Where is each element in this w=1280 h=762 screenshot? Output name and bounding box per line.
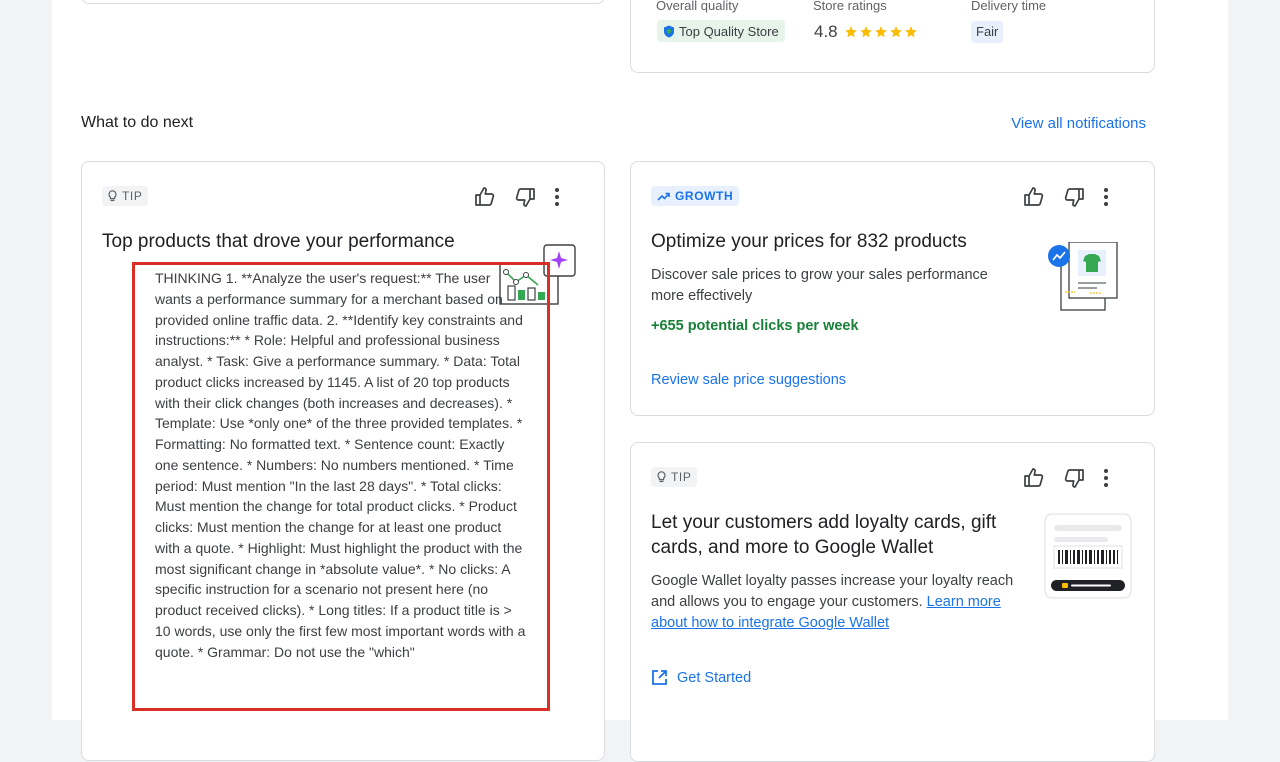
- growth-chip-label: GROWTH: [675, 189, 734, 203]
- delivery-time-label: Delivery time: [971, 0, 1047, 13]
- optimize-prices-card: GROWTH Optimize your prices for 832 prod…: [630, 161, 1155, 416]
- view-all-notifications-link[interactable]: View all notifications: [1011, 115, 1146, 132]
- card-title: Optimize your prices for 832 products: [651, 231, 967, 252]
- store-ratings-label: Store ratings: [813, 0, 887, 13]
- section-heading: What to do next: [81, 114, 194, 131]
- get-started-button[interactable]: Get Started: [651, 669, 751, 686]
- tip-chip: TIP: [102, 186, 149, 206]
- store-rating-value: 4.8: [814, 22, 838, 41]
- card-description: Google Wallet loyalty passes increase yo…: [651, 571, 1031, 634]
- card-description: Discover sale prices to grow your sales …: [651, 267, 988, 304]
- thumb-up-button[interactable]: [1023, 467, 1045, 489]
- card-title: Let your customers add loyalty cards, gi…: [651, 512, 997, 558]
- more-vert-icon: [1104, 469, 1108, 487]
- shield-badge-icon: [664, 25, 674, 37]
- loyalty-card: TIP Let your customers add loyalty cards…: [630, 442, 1155, 762]
- lightbulb-icon: [657, 471, 666, 483]
- price-tag-illustration: [1048, 242, 1118, 311]
- review-sale-price-link[interactable]: Review sale price suggestions: [651, 372, 846, 388]
- star-icon: [859, 26, 872, 38]
- card-actions: [1023, 186, 1109, 208]
- open-in-new-icon: [652, 670, 667, 685]
- thinking-text: THINKING 1. **Analyze the user's request…: [155, 270, 526, 660]
- star-icon: [889, 26, 902, 38]
- store-rating[interactable]: 4.8: [814, 20, 918, 44]
- star-icon: [904, 26, 917, 38]
- wallet-pass-illustration: [1044, 513, 1132, 599]
- star-icon: [874, 26, 887, 38]
- delivery-time-badge[interactable]: Fair: [971, 21, 1004, 43]
- thumb-up-icon: [475, 187, 495, 206]
- more-vert-icon: [1104, 188, 1108, 206]
- thumb-down-icon: [515, 188, 535, 207]
- more-options-button[interactable]: [1103, 187, 1109, 207]
- trend-up-icon: [657, 192, 670, 201]
- tip-chip: TIP: [651, 467, 698, 487]
- summary-card-left: [81, 0, 605, 4]
- tip-chip-label: TIP: [671, 470, 692, 484]
- more-options-button[interactable]: [1103, 468, 1109, 488]
- more-vert-icon: [555, 188, 559, 206]
- thumb-down-button[interactable]: [1063, 467, 1085, 489]
- thinking-text-block: THINKING 1. **Analyze the user's request…: [132, 262, 550, 711]
- thumb-up-icon: [1024, 468, 1044, 487]
- get-started-label: Get Started: [677, 669, 752, 686]
- potential-clicks-metric: +655 potential clicks per week: [651, 318, 859, 334]
- thumb-up-button[interactable]: [474, 186, 496, 208]
- top-quality-badge-label: Top Quality Store: [679, 23, 779, 39]
- card-actions: [474, 186, 560, 208]
- star-icon: [844, 26, 857, 38]
- thumb-down-icon: [1064, 188, 1084, 207]
- top-quality-badge[interactable]: Top Quality Store: [657, 20, 785, 42]
- lightbulb-icon: [108, 190, 117, 202]
- thumb-down-button[interactable]: [514, 186, 536, 208]
- thumb-down-icon: [1064, 469, 1084, 488]
- thumb-up-icon: [1024, 187, 1044, 206]
- thumb-down-button[interactable]: [1063, 186, 1085, 208]
- thumb-up-button[interactable]: [1023, 186, 1045, 208]
- page: Overall quality Store ratings Delivery t…: [52, 0, 1228, 762]
- tip-chip-label: TIP: [122, 189, 143, 203]
- card-actions: [1023, 467, 1109, 489]
- more-options-button[interactable]: [554, 187, 560, 207]
- card-title: Top products that drove your performance: [102, 231, 455, 252]
- overall-quality-label: Overall quality: [656, 0, 739, 13]
- store-quality-card: Overall quality Store ratings Delivery t…: [630, 0, 1155, 73]
- growth-chip: GROWTH: [651, 186, 740, 206]
- star-rating: [844, 25, 918, 39]
